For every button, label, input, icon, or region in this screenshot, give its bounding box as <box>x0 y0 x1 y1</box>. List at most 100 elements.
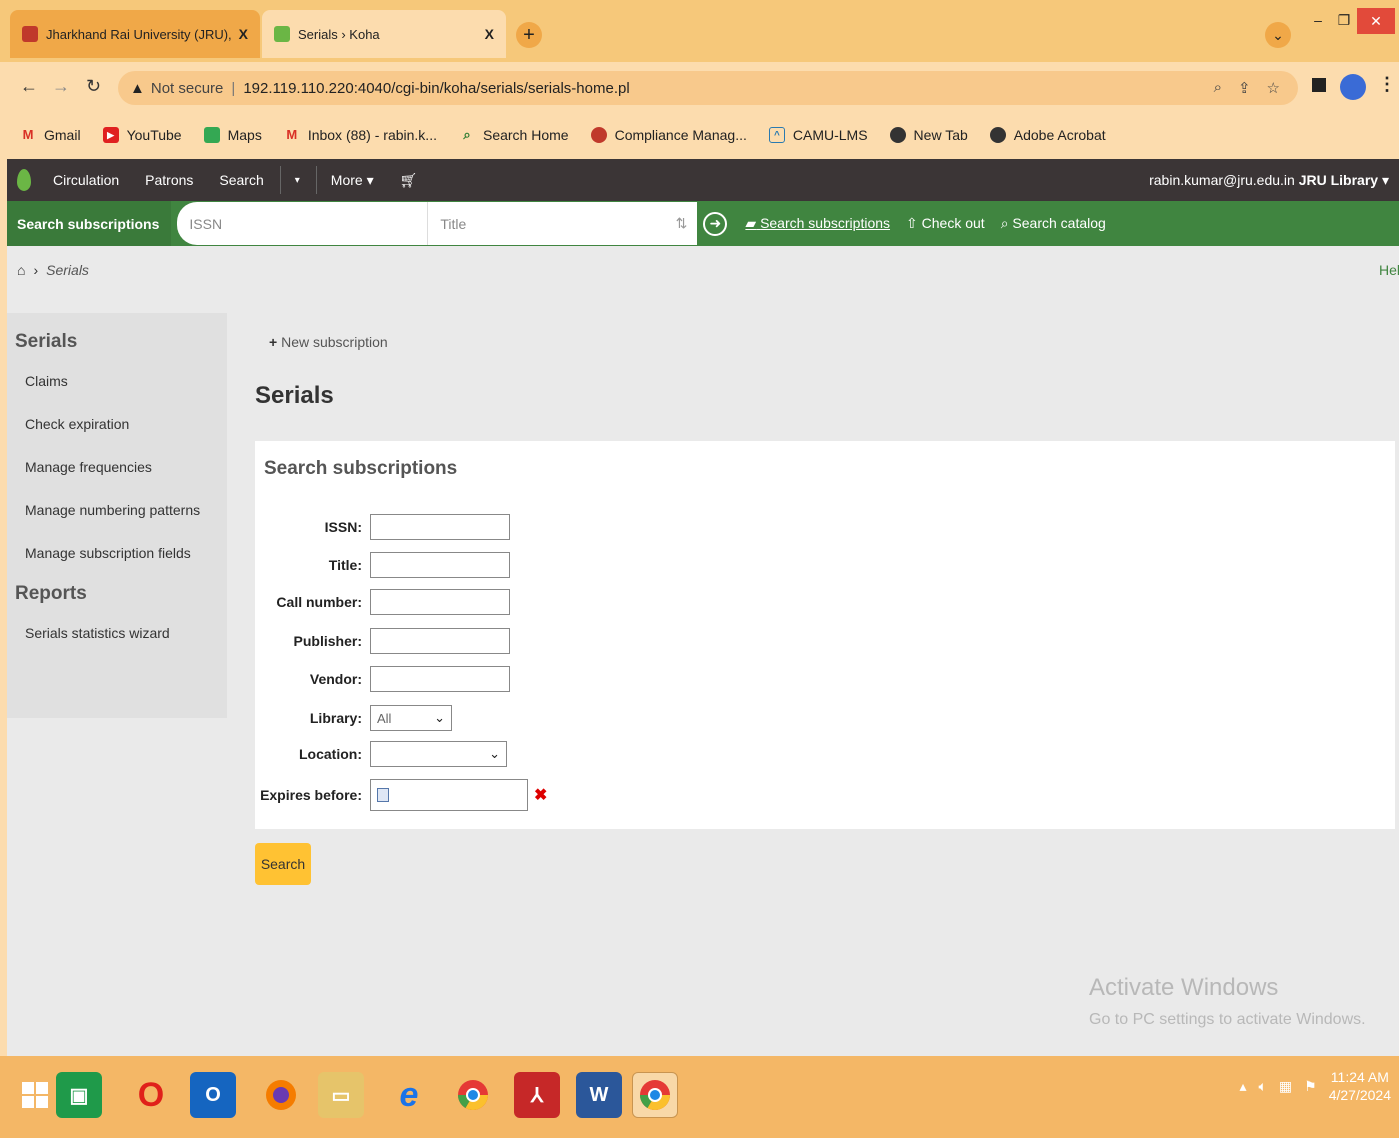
youtube-icon: ▶ <box>102 127 119 143</box>
restore-icon[interactable]: ❐ <box>1332 8 1356 32</box>
forward-arrow-icon[interactable]: → <box>52 76 70 97</box>
activate-windows-watermark: Activate Windows <box>1089 974 1279 1001</box>
chevron-down-icon: ⌄ <box>434 710 445 725</box>
bookmark-search-home[interactable]: ⌕ Search Home <box>459 127 568 143</box>
bookmark-maps[interactable]: Maps <box>203 127 262 143</box>
url-separator: | <box>231 79 236 97</box>
bookmark-gmail[interactable]: M Gmail <box>20 127 81 143</box>
tab-close-icon[interactable]: X <box>239 26 248 42</box>
sidebar-heading-reports: Reports <box>15 583 87 604</box>
location-select[interactable]: ⌄ <box>370 741 507 767</box>
network-icon[interactable]: ▦ <box>1279 1078 1292 1095</box>
activate-windows-subtext: Go to PC settings to activate Windows. <box>1089 1011 1366 1028</box>
call-number-row: Call number: <box>255 589 655 615</box>
browser-menu-icon[interactable]: ⋮ <box>1378 74 1396 95</box>
opera-icon[interactable]: O <box>128 1072 174 1118</box>
nav-search[interactable]: Search <box>219 172 263 188</box>
action-center-icon[interactable]: ⚑ <box>1304 1078 1317 1095</box>
bookmark-inbox[interactable]: M Inbox (88) - rabin.k... <box>284 127 437 143</box>
sidebar-item-manage-frequencies[interactable]: Manage frequencies <box>7 459 227 475</box>
title-input[interactable] <box>370 552 510 578</box>
link-search-subscriptions[interactable]: ▰ Search subscriptions <box>745 215 890 232</box>
options-icon[interactable]: ⇅ <box>676 215 688 232</box>
sidebar-item-statistics-wizard[interactable]: Serials statistics wizard <box>7 625 227 641</box>
acrobat-icon[interactable]: ⅄ <box>514 1072 560 1118</box>
link-search-catalog[interactable]: ⌕ Search catalog <box>1001 215 1106 232</box>
bookmark-compliance[interactable]: Compliance Manag... <box>590 127 747 143</box>
cart-icon[interactable]: 🛒︎ <box>400 172 418 189</box>
volume-muted-icon[interactable]: 🔈︎ <box>1259 1078 1267 1095</box>
help-link[interactable]: Help <box>1379 262 1399 278</box>
zoom-icon[interactable]: ⌕ <box>1214 79 1222 97</box>
profile-avatar-icon[interactable] <box>1340 74 1366 100</box>
tab-koha[interactable]: Serials › Koha X <box>262 10 506 58</box>
gmail-icon: M <box>22 127 34 142</box>
minimize-icon[interactable]: – <box>1306 8 1330 32</box>
expires-row: Expires before: ✖ <box>255 779 655 811</box>
koha-logo-icon[interactable] <box>17 169 31 191</box>
side-panel-icon[interactable] <box>1312 78 1326 92</box>
call-number-input[interactable] <box>370 589 510 615</box>
new-tab-button[interactable]: + <box>516 22 542 48</box>
url-input[interactable]: ▲ Not secure | 192.119.110.220:4040/cgi-… <box>118 71 1298 105</box>
issn-row: ISSN: <box>255 514 655 540</box>
outlook-icon[interactable]: O <box>190 1072 236 1118</box>
file-explorer-icon[interactable]: ▭ <box>318 1072 364 1118</box>
link-check-out[interactable]: ⇧ Check out <box>906 215 985 232</box>
sidebar-item-numbering-patterns[interactable]: Manage numbering patterns <box>7 502 227 518</box>
header-issn-input[interactable]: ISSN <box>177 202 428 245</box>
search-icon: ⌕ <box>1000 215 1009 231</box>
logged-in-user[interactable]: rabin.kumar@jru.edu.in JRU Library ▾ <box>1149 172 1389 189</box>
reload-icon[interactable]: ↻ <box>86 76 101 97</box>
tab-jru[interactable]: Jharkhand Rai University (JRU), R X <box>10 10 260 58</box>
library-label: Library: <box>309 710 362 726</box>
bookmark-adobe[interactable]: Adobe Acrobat <box>989 127 1106 143</box>
share-icon[interactable]: ⇪ <box>1238 79 1251 97</box>
tab-close-icon[interactable]: X <box>485 26 494 42</box>
chrome-user-icon[interactable] <box>632 1072 678 1118</box>
main-content: ⌂ › Serials Help Serials Claims Check ex… <box>7 246 1399 1056</box>
home-icon[interactable]: ⌂ <box>17 262 25 278</box>
location-row: Location: ⌄ <box>255 741 655 767</box>
bookmark-star-icon[interactable]: ☆ <box>1267 79 1280 97</box>
close-window-icon[interactable]: ✕ <box>1357 8 1395 34</box>
tray-expand-icon[interactable]: ▴ <box>1239 1078 1246 1095</box>
plus-icon: + <box>269 334 278 350</box>
sidebar-item-subscription-fields[interactable]: Manage subscription fields <box>7 545 227 561</box>
back-arrow-icon[interactable]: ← <box>20 76 38 97</box>
publisher-input[interactable] <box>370 628 510 654</box>
bookmark-youtube[interactable]: ▶ YouTube <box>102 127 182 143</box>
vendor-label: Vendor: <box>309 671 362 687</box>
sidebar-item-claims[interactable]: Claims <box>7 373 227 389</box>
bookmark-new-tab[interactable]: New Tab <box>889 127 968 143</box>
internet-explorer-icon[interactable]: e <box>386 1072 432 1118</box>
issn-input[interactable] <box>370 514 510 540</box>
nav-patrons[interactable]: Patrons <box>145 172 193 188</box>
expires-before-input[interactable] <box>370 779 528 811</box>
sidebar-item-check-expiration[interactable]: Check expiration <box>7 416 227 432</box>
windows-taskbar: ▣ O O ▭ e ⅄ W ▴ 🔈︎ ▦ ⚑ 11:24 AM 4/27/202… <box>0 1056 1399 1138</box>
clear-date-icon[interactable]: ✖ <box>534 785 547 805</box>
tab-search-chevron-icon[interactable]: ⌄ <box>1265 22 1291 48</box>
nav-circulation[interactable]: Circulation <box>53 172 119 188</box>
library-select[interactable]: All ⌄ <box>370 705 452 731</box>
header-search-submit-icon[interactable]: ➜ <box>703 211 728 236</box>
taskbar-clock[interactable]: 11:24 AM 4/27/2024 <box>1329 1068 1391 1104</box>
nav-search-caret-icon[interactable]: ▾ <box>295 175 300 186</box>
calendar-icon[interactable] <box>377 788 389 802</box>
bookmark-camu[interactable]: ^ CAMU-LMS <box>768 127 868 143</box>
search-button[interactable]: Search <box>255 843 311 885</box>
url-text: 192.119.110.220:4040/cgi-bin/koha/serial… <box>243 79 630 97</box>
store-icon[interactable]: ▣ <box>56 1072 102 1118</box>
windows-start-icon[interactable] <box>12 1072 58 1118</box>
chevron-down-icon: ⌄ <box>489 746 500 761</box>
header-title-input[interactable]: Title ⇅ <box>427 202 698 245</box>
firefox-icon[interactable] <box>258 1072 304 1118</box>
search-subscriptions-tab[interactable]: Search subscriptions <box>7 201 172 246</box>
chrome-icon[interactable] <box>450 1072 496 1118</box>
vendor-input[interactable] <box>370 666 510 692</box>
word-icon[interactable]: W <box>576 1072 622 1118</box>
new-subscription-button[interactable]: + New subscription <box>269 334 388 350</box>
nav-more[interactable]: More ▾ <box>331 172 374 189</box>
search-home-icon: ⌕ <box>463 127 471 142</box>
